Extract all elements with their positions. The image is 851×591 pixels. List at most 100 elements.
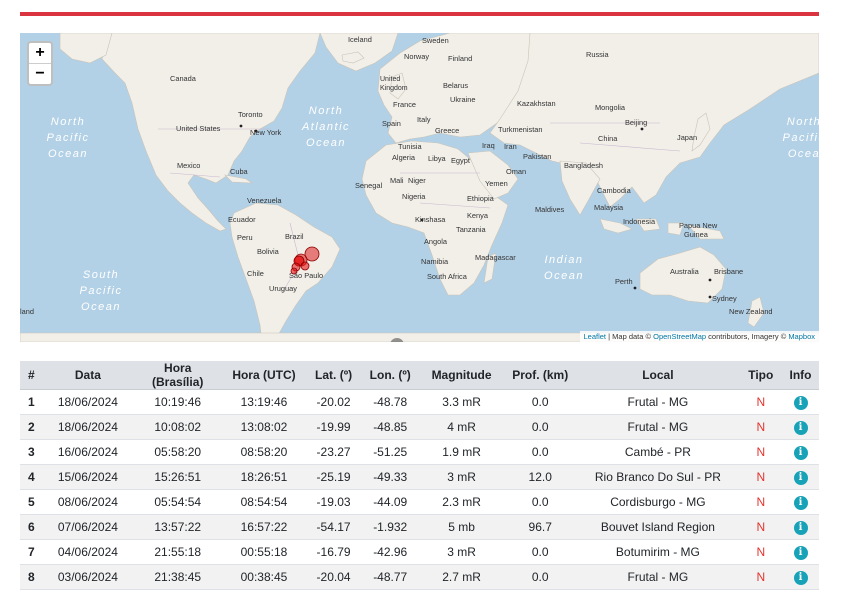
leaflet-link[interactable]: Leaflet	[584, 332, 607, 341]
table-row[interactable]: 2 18/06/2024 10:08:02 13:08:02 -19.99 -48.85 4…	[20, 414, 819, 440]
label-sweden: Sweden	[422, 36, 449, 45]
label-sydney: Sydney	[712, 294, 737, 303]
row-number: 7	[20, 539, 43, 565]
col-lat: Lat. (º)	[305, 361, 362, 390]
label-indian-2: Ocean	[544, 270, 584, 282]
label-beijing: Beijing	[625, 118, 647, 127]
info-icon[interactable]: i	[793, 396, 808, 410]
label-guinea: Guinea	[684, 230, 709, 239]
label-indonesia: Indonesia	[623, 217, 656, 226]
cell-hora-utc: 00:38:45	[222, 564, 306, 590]
label-toronto: Toronto	[238, 110, 263, 119]
row-number: 6	[20, 514, 43, 540]
table-row[interactable]: 3 16/06/2024 05:58:20 08:58:20 -23.27 -51.25 1…	[20, 439, 819, 465]
cell-info: i	[782, 514, 819, 540]
table-row[interactable]: 8 03/06/2024 21:38:45 00:38:45 -20.04 -48.77 2…	[20, 564, 819, 590]
cell-prof: 0.0	[504, 564, 577, 590]
label-yemen: Yemen	[485, 179, 508, 188]
cell-tipo: N	[739, 439, 783, 465]
cell-hora-utc: 13:19:46	[222, 389, 306, 415]
label-brisbane: Brisbane	[714, 267, 743, 276]
label-newzealand: New Zealand	[729, 307, 773, 316]
label-newyork: New York	[250, 128, 282, 137]
row-number: 5	[20, 489, 43, 515]
label-perth: Perth	[615, 277, 633, 286]
label-nigeria: Nigeria	[402, 192, 426, 201]
cell-data: 08/06/2024	[42, 489, 134, 515]
label-bangladesh: Bangladesh	[564, 161, 603, 170]
label-brazil: Brazil	[285, 232, 304, 241]
cell-magnitude: 2.7 mR	[418, 564, 505, 590]
zoom-control: + −	[27, 41, 53, 86]
world-map[interactable]: + − Iceland Sweden Norway Finland Russia…	[20, 33, 819, 342]
label-usa: United States	[176, 124, 221, 133]
land-masses	[20, 33, 819, 342]
table-header-row: # Data Hora (Brasília) Hora (UTC) Lat. (…	[20, 361, 819, 390]
cell-local: Frutal - MG	[576, 564, 740, 590]
cell-lon: -42.96	[361, 539, 419, 565]
info-icon[interactable]: i	[793, 521, 808, 535]
label-indian-1: Indian	[545, 254, 584, 266]
label-ethiopia: Ethiopia	[467, 194, 495, 203]
col-hora-brasilia: Hora (Brasília)	[133, 361, 223, 390]
cell-lon: -48.78	[361, 389, 419, 415]
label-uk-1: United	[380, 76, 400, 83]
label-ecuador: Ecuador	[228, 215, 256, 224]
label-libya: Libya	[428, 154, 447, 163]
label-madagascar: Madagascar	[475, 253, 516, 262]
col-tipo: Tipo	[739, 361, 783, 390]
osm-link[interactable]: OpenStreetMap	[653, 332, 706, 341]
label-peru: Peru	[237, 233, 253, 242]
cell-prof: 12.0	[504, 464, 577, 490]
label-turkmenistan: Turkmenistan	[498, 125, 543, 134]
label-maldives: Maldives	[535, 205, 564, 214]
quake-marker[interactable]	[290, 267, 298, 275]
label-malaysia: Malaysia	[594, 203, 624, 212]
info-icon[interactable]: i	[793, 496, 808, 510]
cell-data: 18/06/2024	[42, 414, 134, 440]
zoom-in-button[interactable]: +	[29, 43, 51, 64]
cell-hora-brasilia: 05:54:54	[133, 489, 223, 515]
row-number: 8	[20, 564, 43, 590]
cell-lat: -19.03	[305, 489, 362, 515]
info-icon[interactable]: i	[793, 571, 808, 585]
cell-lon: -49.33	[361, 464, 419, 490]
label-france: France	[393, 100, 416, 109]
cell-data: 07/06/2024	[42, 514, 134, 540]
cell-magnitude: 4 mR	[418, 414, 505, 440]
label-island-edge: land	[20, 307, 34, 316]
zoom-out-button[interactable]: −	[29, 64, 51, 84]
table-row[interactable]: 5 08/06/2024 05:54:54 08:54:54 -19.03 -44.09 2…	[20, 489, 819, 515]
cell-tipo: N	[739, 489, 783, 515]
label-npac-west-1: North	[51, 116, 85, 128]
col-data: Data	[42, 361, 134, 390]
label-mali: Mali	[390, 176, 404, 185]
quake-marker[interactable]	[300, 261, 310, 271]
cell-info: i	[782, 564, 819, 590]
attribution-imagery-text: contributors, Imagery ©	[706, 332, 789, 341]
info-icon[interactable]: i	[793, 446, 808, 460]
label-cuba: Cuba	[230, 167, 249, 176]
cell-lat: -16.79	[305, 539, 362, 565]
cell-data: 03/06/2024	[42, 564, 134, 590]
info-icon[interactable]: i	[793, 471, 808, 485]
label-finland: Finland	[448, 54, 472, 63]
cell-tipo: N	[739, 389, 783, 415]
label-kinshasa: Kinshasa	[415, 215, 446, 224]
cell-prof: 96.7	[504, 514, 577, 540]
label-spac-2: Pacific	[80, 285, 123, 297]
header-area	[0, 0, 851, 12]
cell-hora-brasilia: 10:08:02	[133, 414, 223, 440]
info-icon[interactable]: i	[793, 421, 808, 435]
mapbox-link[interactable]: Mapbox	[788, 332, 815, 341]
label-mexico: Mexico	[177, 161, 200, 170]
label-venezuela: Venezuela	[247, 196, 282, 205]
info-icon[interactable]: i	[793, 546, 808, 560]
cell-hora-utc: 08:54:54	[222, 489, 306, 515]
label-iran: Iran	[504, 142, 517, 151]
table-row[interactable]: 1 18/06/2024 10:19:46 13:19:46 -20.02 -48.78 3…	[20, 389, 819, 415]
table-row[interactable]: 4 15/06/2024 15:26:51 18:26:51 -25.19 -49.33 3…	[20, 464, 819, 490]
col-info: Info	[782, 361, 819, 390]
table-row[interactable]: 7 04/06/2024 21:55:18 00:55:18 -16.79 -42.96 3…	[20, 539, 819, 565]
table-row[interactable]: 6 07/06/2024 13:57:22 16:57:22 -54.17 -1.932 5…	[20, 514, 819, 540]
